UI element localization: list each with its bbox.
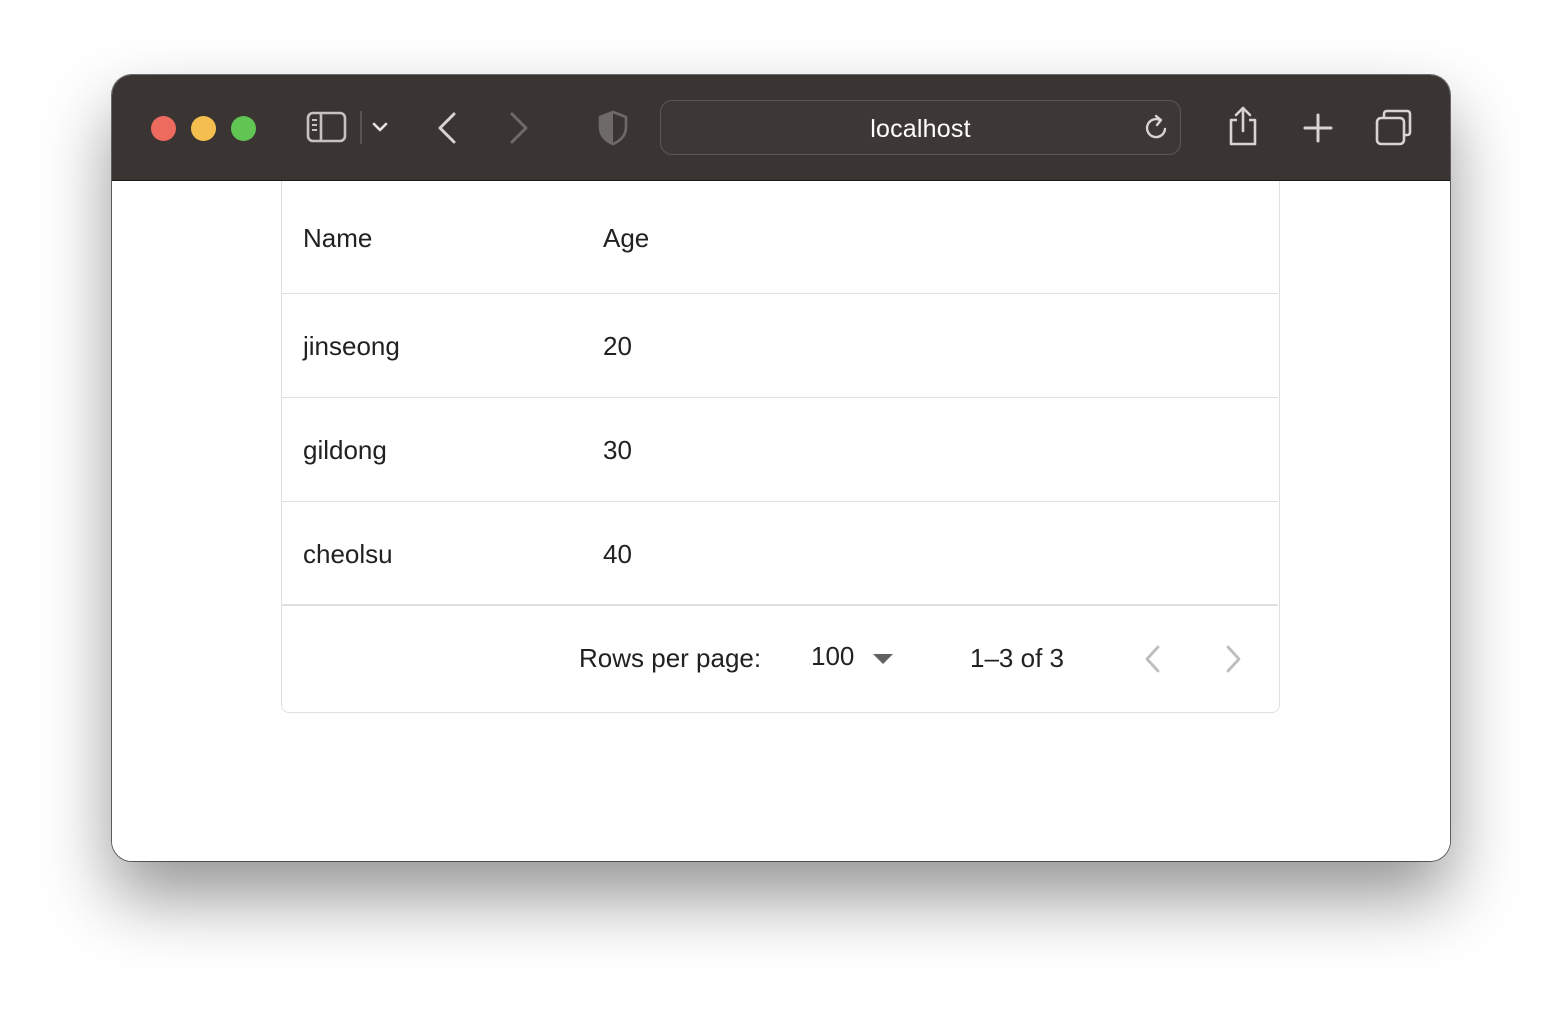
table-row[interactable]: jinseong 20	[282, 294, 1278, 398]
new-tab-icon[interactable]	[1302, 112, 1334, 144]
reload-icon[interactable]	[1143, 114, 1171, 142]
data-grid: Name Age jinseong 20 gildong 30 cheolsu …	[281, 181, 1280, 713]
next-page-icon[interactable]	[1222, 644, 1244, 674]
column-header-name[interactable]: Name	[303, 223, 372, 254]
cell-age[interactable]: 30	[603, 435, 632, 466]
chevron-down-icon[interactable]	[371, 120, 389, 134]
shield-icon[interactable]	[597, 110, 629, 146]
forward-icon[interactable]	[504, 111, 532, 145]
cell-name[interactable]: jinseong	[303, 331, 400, 362]
share-icon[interactable]	[1226, 105, 1260, 147]
close-window-button[interactable]	[151, 116, 176, 141]
url-text: localhost	[870, 115, 971, 143]
browser-toolbar: localhost	[112, 75, 1450, 181]
rows-per-page-value: 100	[811, 641, 855, 671]
previous-page-icon[interactable]	[1142, 644, 1164, 674]
address-bar[interactable]: localhost	[660, 100, 1181, 155]
tabs-overview-icon[interactable]	[1374, 108, 1414, 148]
pagination-range-text: 1–3 of 3	[970, 643, 1064, 673]
cell-age[interactable]: 20	[603, 331, 632, 362]
table-row[interactable]: cheolsu 40	[282, 502, 1278, 606]
pagination-footer: Rows per page: 100 1–3 of 3	[282, 604, 1278, 711]
rows-per-page-select[interactable]: 100	[811, 639, 901, 679]
sidebar-icon[interactable]	[306, 111, 348, 144]
toolbar-divider	[360, 111, 362, 144]
column-header-row: Name Age	[282, 181, 1278, 294]
cell-name[interactable]: gildong	[303, 435, 387, 466]
cell-age[interactable]: 40	[603, 539, 632, 570]
dropdown-arrow-icon	[873, 654, 893, 664]
back-icon[interactable]	[434, 111, 462, 145]
column-header-age[interactable]: Age	[603, 223, 649, 254]
browser-window: localhost Name Age jinseong 20 gildong 3…	[112, 75, 1450, 861]
zoom-window-button[interactable]	[231, 116, 256, 141]
cell-name[interactable]: cheolsu	[303, 539, 393, 570]
table-row[interactable]: gildong 30	[282, 398, 1278, 502]
minimize-window-button[interactable]	[191, 116, 216, 141]
rows-per-page-label: Rows per page:	[579, 643, 762, 673]
page-content: Name Age jinseong 20 gildong 30 cheolsu …	[112, 181, 1450, 861]
